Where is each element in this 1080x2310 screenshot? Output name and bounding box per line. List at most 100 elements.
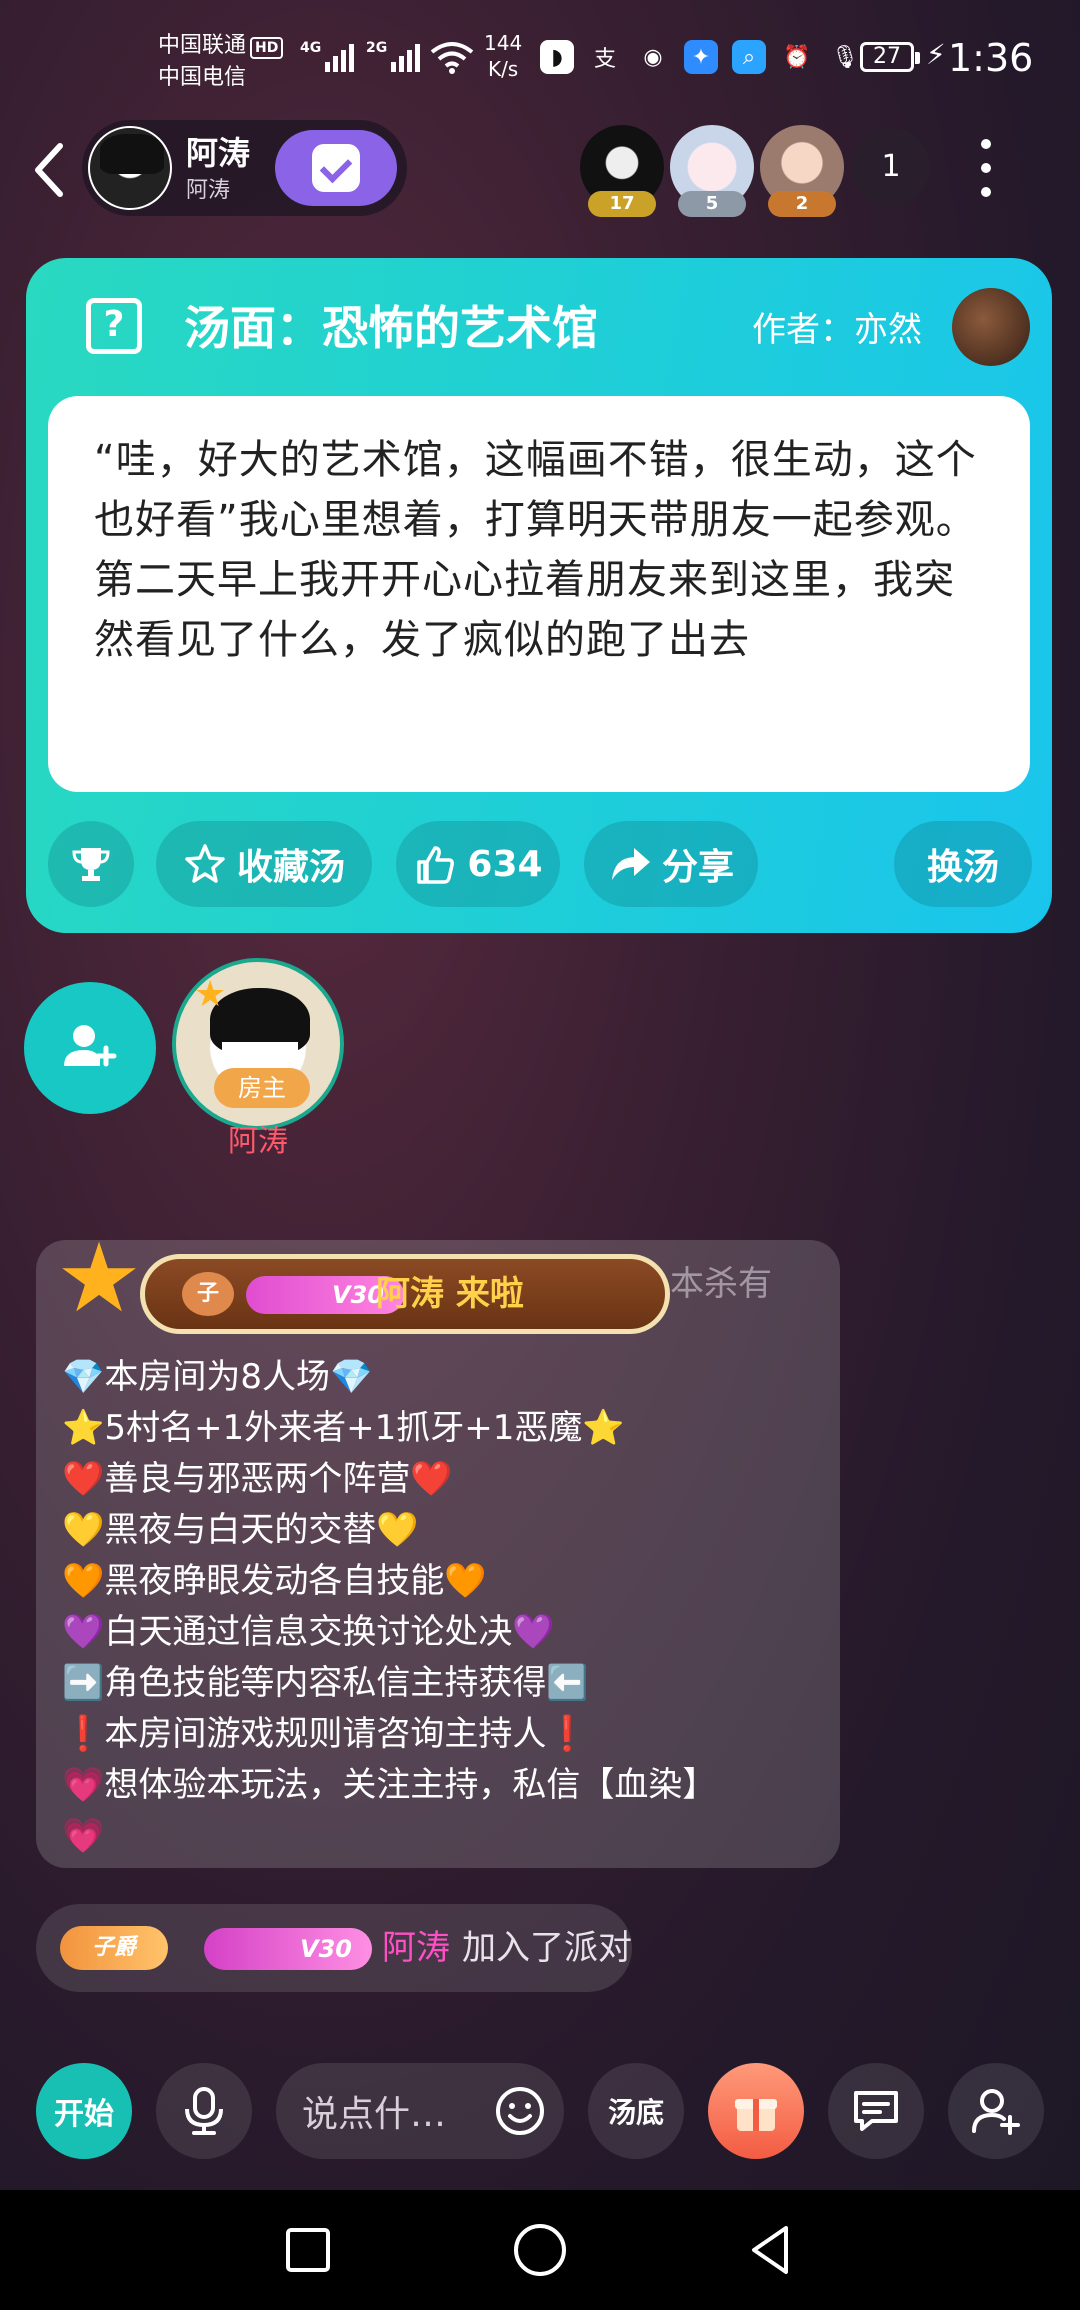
viewer-badge: 17: [588, 191, 656, 217]
star-icon: [185, 844, 225, 883]
host-name: 阿涛: [186, 134, 251, 172]
welcome-banner: ★ 子 V30 阿涛 来啦: [50, 1228, 680, 1348]
microphone-icon: [185, 2087, 223, 2135]
star-frame-icon: ★: [194, 974, 227, 1015]
host-seat-name: 阿涛: [228, 1124, 288, 1159]
soup-card: ? 汤面：恐怖的艺术馆 作者：亦然 “哇，好大的艺术馆，这幅画不错，很生动，这个…: [26, 258, 1052, 933]
square-icon: [286, 2228, 330, 2272]
invite-seat-button[interactable]: [24, 982, 156, 1114]
carrier-2: 中国电信: [158, 65, 247, 90]
carrier-1: 中国联通: [158, 33, 247, 58]
alipay-icon: 支: [593, 47, 616, 72]
question-icon: ?: [86, 298, 142, 354]
host-sub-name: 阿涛: [186, 178, 231, 203]
mic-button[interactable]: [156, 2063, 252, 2159]
wifi-icon: [430, 42, 474, 74]
messages-button[interactable]: [828, 2063, 924, 2159]
bulb-app-icon: ✦: [684, 40, 718, 74]
follow-button[interactable]: [275, 130, 397, 206]
rule-line: ❗本房间游戏规则请咨询主持人❗: [62, 1714, 589, 1754]
host-avatar[interactable]: [88, 126, 172, 210]
more-options-button[interactable]: [968, 132, 1004, 204]
message-icon: [854, 2091, 898, 2131]
host-profile-pill[interactable]: 阿涛 阿涛: [82, 120, 407, 216]
rule-line: ❤️善良与邪恶两个阵营❤️: [62, 1459, 453, 1499]
rule-line: 🧡黑夜睁眼发动各自技能🧡: [62, 1561, 487, 1601]
viewer-badge: 2: [768, 191, 836, 217]
soup-author: 作者：亦然: [752, 310, 922, 350]
viewer-avatar[interactable]: 2: [760, 125, 844, 217]
invite-button[interactable]: [948, 2063, 1044, 2159]
soup-text-box: “哇，好大的艺术馆，这幅画不错，很生动，这个也好看”我心里想着，打算明天带朋友一…: [48, 396, 1030, 792]
join-user-name[interactable]: 阿涛: [382, 1922, 450, 1974]
battery-indicator: 27: [860, 42, 920, 72]
start-button[interactable]: 开始: [36, 2063, 132, 2159]
rule-line: 💎本房间为8人场💎: [62, 1357, 373, 1397]
change-soup-button[interactable]: 换汤: [894, 821, 1032, 907]
mic-status-icon: 🎙: [831, 44, 859, 70]
viewer-avatar[interactable]: 5: [670, 125, 754, 217]
share-label: 分享: [661, 847, 734, 888]
host-seat-avatar[interactable]: ★ 房主: [172, 958, 344, 1130]
clock: 1:36: [948, 36, 1034, 80]
like-button[interactable]: 634: [396, 821, 560, 907]
charging-icon: ⚡: [926, 38, 946, 71]
viewer-count-button[interactable]: 1: [852, 128, 930, 206]
collect-soup-button[interactable]: 收藏汤: [156, 821, 372, 907]
search-app-icon: ⌕: [732, 40, 766, 74]
rule-line: ➡️角色技能等内容私信主持获得⬅️: [62, 1663, 589, 1703]
rule-line: 💛黑夜与白天的交替💛: [62, 1510, 419, 1550]
circle-icon: [514, 2224, 566, 2276]
wechat-icon: ◉: [643, 44, 663, 70]
check-icon: [312, 144, 360, 192]
join-notification: 子爵 V30 阿涛 加入了派对: [36, 1904, 632, 1992]
welcome-text: 阿涛 来啦: [376, 1274, 524, 1314]
obscured-text: 本杀有: [670, 1264, 772, 1304]
chat-input[interactable]: 说点什…: [276, 2063, 564, 2159]
vip-badge: V30: [204, 1928, 372, 1970]
add-person-icon: [972, 2089, 1020, 2135]
signal-2-icon: 2G: [366, 40, 423, 76]
carrier-info: 中国联通 HD 中国电信: [158, 30, 284, 94]
chat-input-placeholder: 说点什…: [302, 2094, 447, 2135]
host-tag: 房主: [214, 1068, 310, 1108]
join-text: 加入了派对: [462, 1928, 632, 1968]
rules-list: 💎本房间为8人场💎 ⭐5村名+1外来者+1抓牙+1恶魔⭐ ❤️善良与邪恶两个阵营…: [62, 1352, 822, 1862]
share-button[interactable]: 分享: [584, 821, 758, 907]
author-avatar[interactable]: [952, 288, 1030, 366]
recents-button[interactable]: [268, 2210, 348, 2290]
rule-line: 💜白天通过信息交换讨论处决💜: [62, 1612, 555, 1652]
back-arrow-icon: [35, 143, 63, 197]
soup-title: 汤面：恐怖的艺术馆: [184, 301, 598, 355]
home-button[interactable]: [500, 2210, 580, 2290]
share-arrow-icon: [611, 848, 650, 880]
network-speed: 144 K/s: [484, 31, 523, 81]
alarm-icon: ⏰: [783, 44, 811, 70]
viewer-avatar[interactable]: 17: [580, 125, 664, 217]
trophy-button[interactable]: [48, 821, 134, 907]
hd-badge: HD: [250, 37, 284, 59]
emoji-icon[interactable]: [494, 2085, 546, 2137]
add-user-icon: [64, 1025, 117, 1067]
rule-line: 💗想体验本玩法，关注主持，私信【血染】: [62, 1765, 717, 1805]
like-count: 634: [467, 843, 543, 885]
triangle-back-icon: [752, 2226, 788, 2274]
rank-badge: 子爵: [60, 1926, 168, 1970]
mask-app-icon: ◗: [540, 40, 574, 74]
change-soup-label: 换汤: [926, 847, 999, 888]
status-bar: 中国联通 HD 中国电信 4G 2G 144 K/s ◗ 支 ◉ ✦ ⌕ ⏰ 🎙 2…: [0, 0, 1080, 120]
back-button[interactable]: [24, 135, 72, 205]
signal-1-icon: 4G: [300, 40, 357, 76]
gift-icon: [735, 2099, 777, 2131]
back-nav-button[interactable]: [730, 2210, 810, 2290]
rank-badge: 子: [182, 1272, 234, 1316]
notification-icons: ◗ 支 ◉ ✦ ⌕ ⏰ 🎙: [540, 40, 862, 74]
trophy-icon: [72, 848, 110, 881]
viewer-list: 17 5 2: [580, 125, 844, 217]
soup-base-button[interactable]: 汤底: [588, 2063, 684, 2159]
rule-line: 💗: [62, 1816, 105, 1856]
big-star-icon: ★: [56, 1222, 143, 1334]
collect-soup-label: 收藏汤: [236, 847, 345, 888]
gift-button[interactable]: [708, 2063, 804, 2159]
viewer-badge: 5: [678, 191, 746, 217]
